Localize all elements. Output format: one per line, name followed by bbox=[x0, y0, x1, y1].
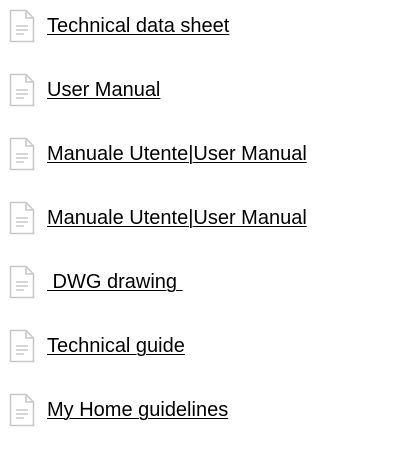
document-link-manuale-utente-1[interactable]: Manuale Utente|User Manual bbox=[47, 143, 307, 165]
document-icon bbox=[9, 393, 35, 427]
document-item-manuale-utente-1: Manuale Utente|User Manual bbox=[9, 137, 307, 201]
document-icon bbox=[9, 73, 35, 107]
document-item-technical-data-sheet: Technical data sheet bbox=[9, 9, 307, 73]
document-item-dwg-drawing: DWG drawing bbox=[9, 265, 307, 329]
document-icon bbox=[9, 137, 35, 171]
document-icon bbox=[9, 201, 35, 235]
document-link-dwg-drawing[interactable]: DWG drawing bbox=[47, 271, 183, 293]
document-item-my-home-guidelines: My Home guidelines bbox=[9, 393, 307, 457]
document-link-user-manual[interactable]: User Manual bbox=[47, 79, 160, 101]
document-item-technical-guide: Technical guide bbox=[9, 329, 307, 393]
document-icon bbox=[9, 329, 35, 363]
document-link-technical-data-sheet[interactable]: Technical data sheet bbox=[47, 15, 229, 37]
document-link-my-home-guidelines[interactable]: My Home guidelines bbox=[47, 399, 228, 421]
document-list: Technical data sheet User Manual Manuale bbox=[9, 9, 307, 457]
document-link-technical-guide[interactable]: Technical guide bbox=[47, 335, 185, 357]
document-icon bbox=[9, 265, 35, 299]
document-item-user-manual: User Manual bbox=[9, 73, 307, 137]
document-icon bbox=[9, 9, 35, 43]
document-link-manuale-utente-2[interactable]: Manuale Utente|User Manual bbox=[47, 207, 307, 229]
document-item-manuale-utente-2: Manuale Utente|User Manual bbox=[9, 201, 307, 265]
